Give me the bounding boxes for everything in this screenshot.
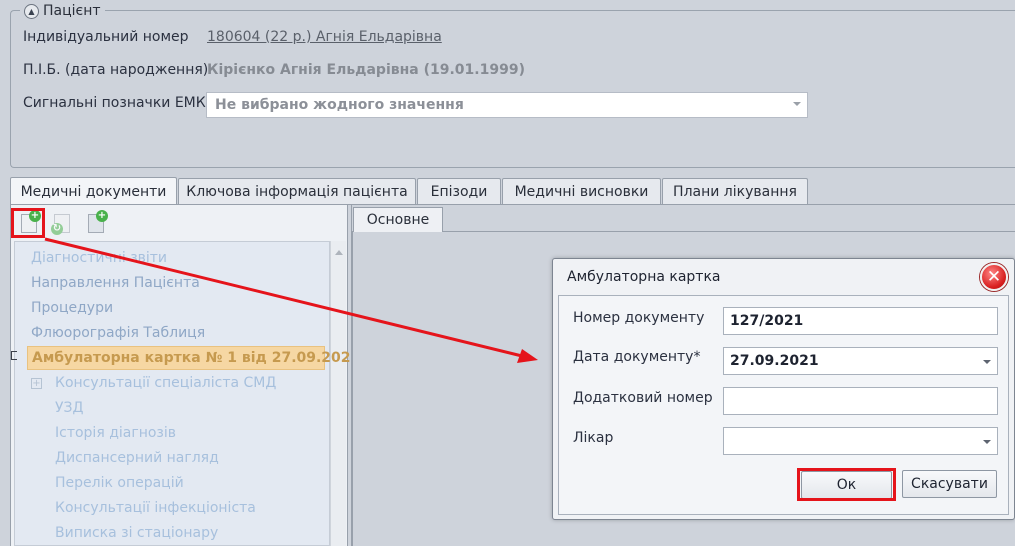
chevron-down-icon[interactable] <box>983 440 991 444</box>
doctor-label: Лікар <box>573 430 614 446</box>
cancel-button[interactable]: Скасувати <box>902 470 997 498</box>
ok-button-highlight-frame <box>797 468 896 501</box>
doc-number-field[interactable]: 127/2021 <box>723 307 998 335</box>
dialog-title: Амбулаторна картка <box>567 269 721 285</box>
close-icon[interactable]: ✕ <box>980 263 1008 291</box>
doc-date-picker[interactable]: 27.09.2021 <box>723 347 998 375</box>
doc-date-label: Дата документу* <box>573 349 701 365</box>
extra-number-field[interactable] <box>723 387 998 415</box>
doc-date-value: 27.09.2021 <box>730 353 819 369</box>
doc-number-label: Номер документу <box>573 310 705 326</box>
extra-number-label: Додатковий номер <box>573 390 713 406</box>
chevron-down-icon[interactable] <box>983 360 991 364</box>
doctor-combobox[interactable] <box>723 427 998 455</box>
doc-number-value: 127/2021 <box>730 313 804 329</box>
